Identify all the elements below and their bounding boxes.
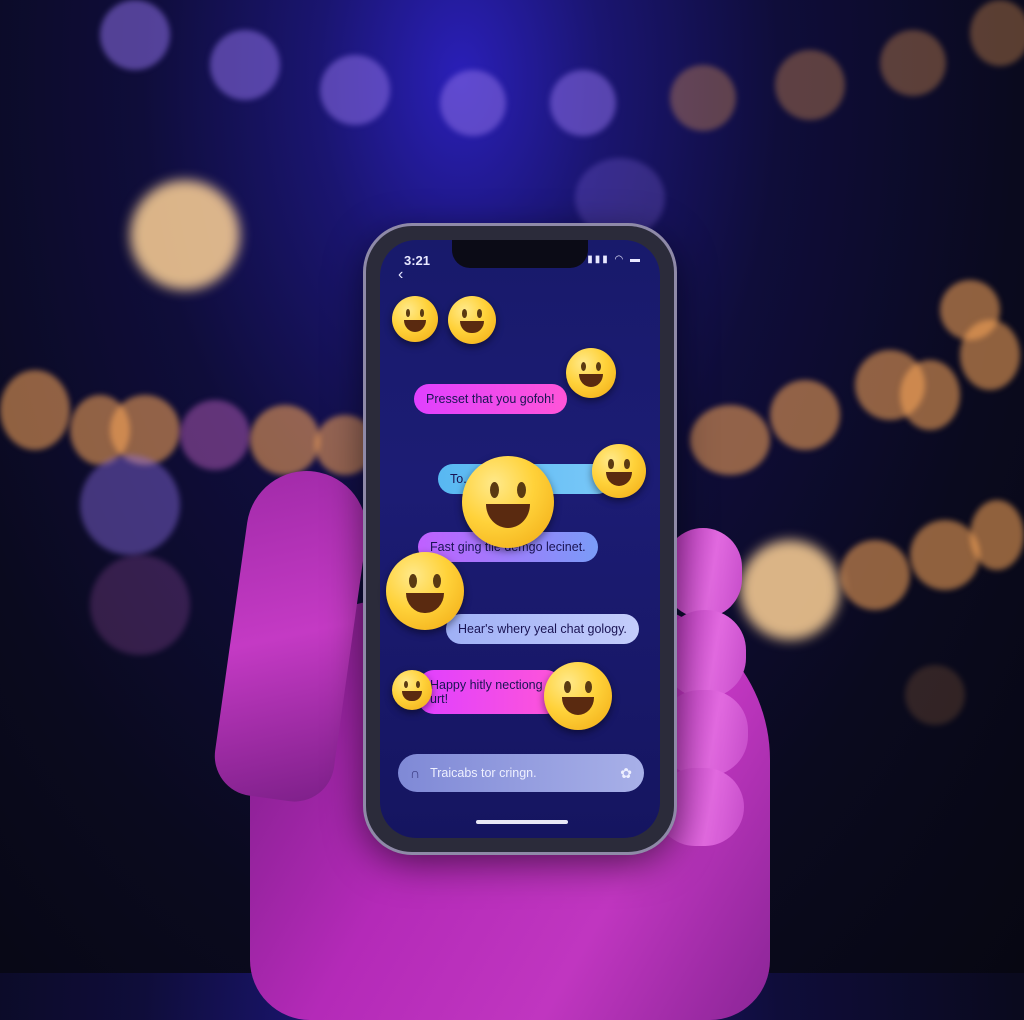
- bokeh-light: [740, 540, 840, 640]
- message-text: Happy hitly nectiong urt!: [430, 678, 543, 706]
- bokeh-light: [90, 555, 190, 655]
- smiley-emoji-icon: [544, 662, 612, 730]
- headphones-icon[interactable]: ∩: [410, 765, 420, 781]
- gear-icon[interactable]: ✿: [620, 765, 632, 782]
- bokeh-light: [0, 370, 70, 450]
- message-input[interactable]: ∩ Traicabs tor cringn. ✿: [398, 754, 644, 792]
- home-indicator[interactable]: [476, 820, 568, 824]
- message-bubble[interactable]: Presset that you gofoh!: [414, 384, 567, 414]
- bokeh-light: [900, 360, 960, 430]
- notch: [452, 240, 588, 268]
- finger: [664, 528, 742, 618]
- bokeh-light: [670, 65, 736, 131]
- smiley-emoji-icon: [566, 348, 616, 398]
- smiley-emoji-icon: [462, 456, 554, 548]
- bokeh-light: [250, 405, 320, 475]
- bokeh-light: [770, 380, 840, 450]
- status-time: 3:21: [404, 253, 431, 268]
- battery-icon: ▬: [630, 254, 642, 265]
- bokeh-light: [80, 455, 180, 555]
- bokeh-light: [690, 405, 770, 475]
- status-icons: ▮▮▮ ◠ ▬: [587, 254, 642, 265]
- bokeh-light: [110, 395, 180, 465]
- bokeh-light: [880, 30, 946, 96]
- chevron-left-icon[interactable]: ‹: [398, 266, 403, 284]
- bokeh-light: [550, 70, 616, 136]
- bokeh-light: [970, 500, 1024, 570]
- bokeh-light: [970, 0, 1024, 66]
- message-bubble[interactable]: Hear's whery yeal chat gology.: [446, 614, 639, 644]
- bokeh-light: [960, 320, 1020, 390]
- message-text: Presset that you gofoh!: [426, 392, 555, 406]
- bokeh-light: [840, 540, 910, 610]
- bokeh-light: [100, 0, 170, 70]
- bokeh-light: [905, 665, 965, 725]
- message-placeholder: Traicabs tor cringn.: [430, 766, 537, 780]
- bokeh-light: [775, 50, 845, 120]
- bokeh-light: [210, 30, 280, 100]
- smiley-emoji-icon: [386, 552, 464, 630]
- message-text: Hear's whery yeal chat gology.: [458, 622, 627, 636]
- bokeh-light: [320, 55, 390, 125]
- bokeh-light: [130, 180, 240, 290]
- signal-icon: ▮▮▮: [587, 254, 610, 265]
- tongue-emoji-icon: [592, 444, 646, 498]
- smiley-emoji-icon: [448, 296, 496, 344]
- smiley-emoji-icon: [392, 670, 432, 710]
- smiley-emoji-icon: [392, 296, 438, 342]
- finger: [664, 610, 746, 698]
- bokeh-light: [440, 70, 506, 136]
- message-bubble[interactable]: Happy hitly nectiong urt!: [418, 670, 562, 714]
- wifi-icon: ◠: [614, 254, 626, 265]
- bokeh-light: [180, 400, 250, 470]
